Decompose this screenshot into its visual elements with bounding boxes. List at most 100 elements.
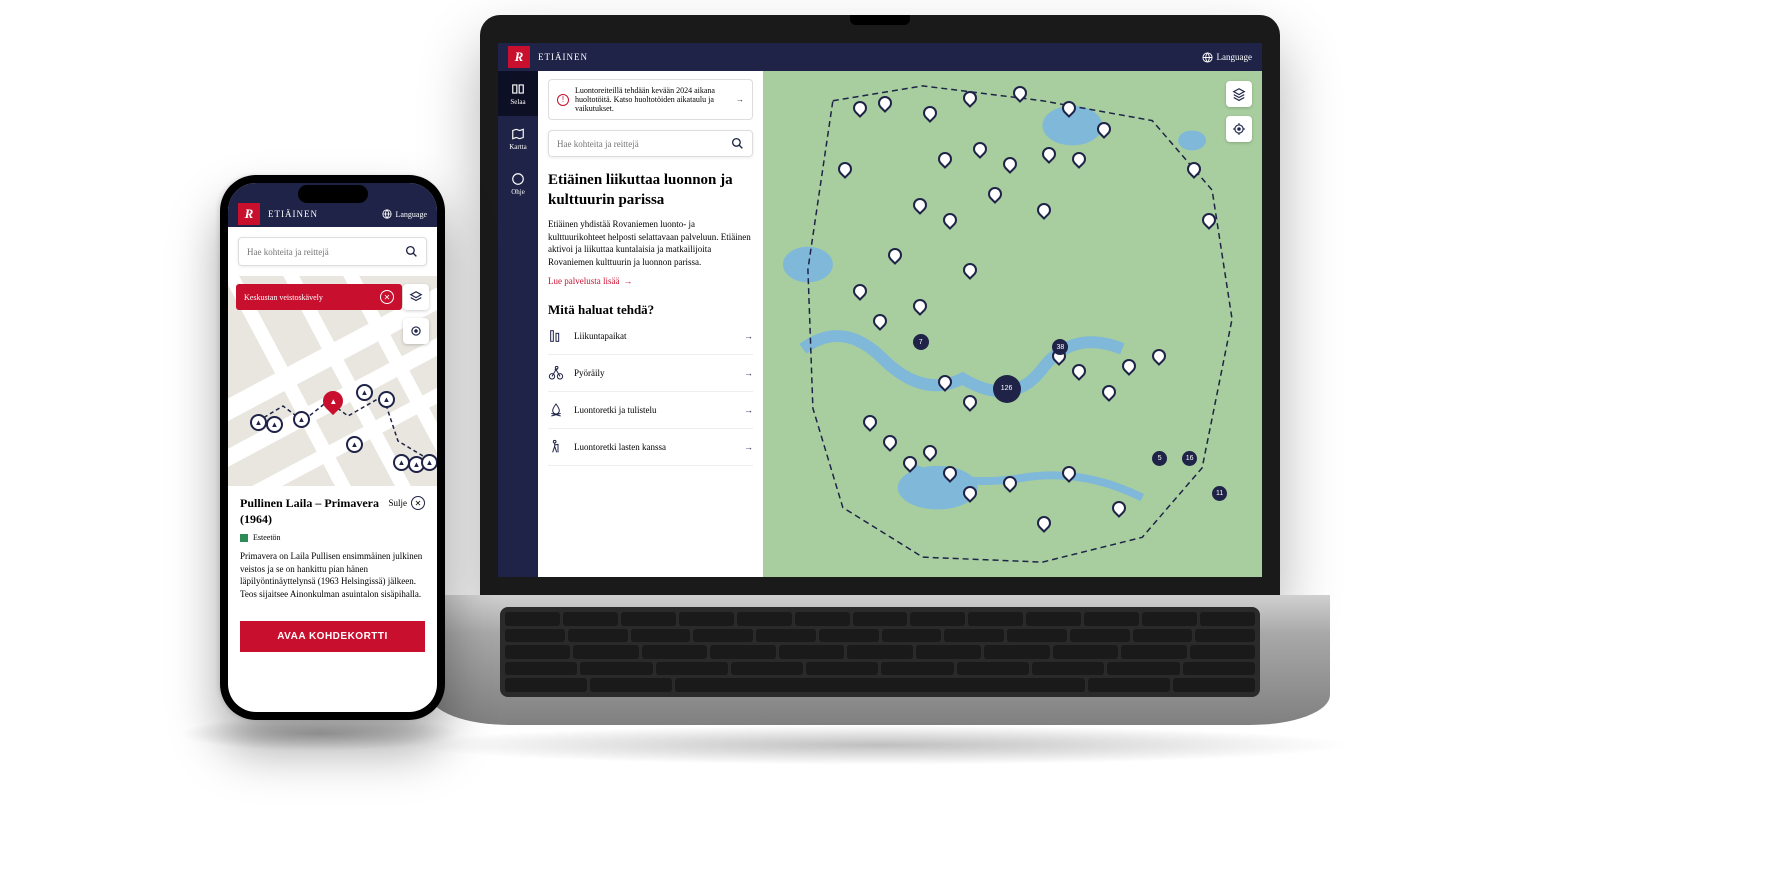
map-cluster[interactable]: 5 [1152,451,1167,466]
map-pin[interactable]: ▲ [421,454,437,471]
map-icon [511,127,525,141]
phone-screen: R ETIÄINEN Language [228,183,437,712]
nav-map[interactable]: Kartta [498,116,538,161]
route-chip[interactable]: Keskustan veistoskävely ✕ [236,284,402,310]
subheading: Mitä haluat tehdä? [548,302,753,318]
arrow-right-icon: → [744,331,753,341]
campfire-icon [548,402,564,418]
language-label: Language [1217,52,1252,62]
map-cluster[interactable]: 16 [1182,451,1197,466]
locate-button[interactable] [403,318,429,344]
content-panel: ! Luontoreiteillä tehdään kevään 2024 ai… [538,71,763,577]
close-icon[interactable]: ✕ [380,290,394,304]
search-icon [405,245,418,258]
laptop-shadow [405,725,1355,765]
layers-icon [409,290,423,304]
layers-icon [1232,87,1246,101]
map-view[interactable]: 7 38 126 5 16 11 [763,71,1262,577]
nav-map-label: Kartta [509,143,527,151]
hiking-icon [548,439,564,455]
nav-browse[interactable]: Selaa [498,71,538,116]
tag-label: Esteetön [253,533,281,542]
accessibility-tag: Esteetön [240,533,425,542]
category-kids[interactable]: Luontoretki lasten kanssa → [548,429,753,466]
help-icon [511,172,525,186]
route-chip-label: Keskustan veistoskävely [244,293,323,302]
nav-help-label: Ohje [511,188,525,196]
alert-icon: ! [557,94,569,106]
brand-name: ETIÄINEN [538,52,588,62]
notice-banner[interactable]: ! Luontoreiteillä tehdään kevään 2024 ai… [548,79,753,120]
read-more-link[interactable]: Lue palvelusta lisää → [548,276,753,286]
search-box[interactable] [548,130,753,157]
locate-button[interactable] [1226,116,1252,142]
app-header: R ETIÄINEN Language [498,43,1262,71]
poi-title: Pullinen Laila – Primavera (1964) [240,496,388,527]
arrow-right-icon: → [736,95,744,104]
map-terrain [763,71,1262,577]
search-bar [228,227,437,276]
arrow-right-icon: → [744,442,753,452]
globe-icon [1202,52,1213,63]
playground-icon [548,328,564,344]
map-pin[interactable]: ▲ [250,414,267,431]
map-pin[interactable]: ▲ [346,436,363,453]
laptop-mockup: R ETIÄINEN Language Selaa Kartta [430,15,1330,735]
brand-logo[interactable]: R [508,46,530,68]
arrow-right-icon: → [744,368,753,378]
language-label: Language [395,210,427,219]
map-view[interactable]: Keskustan veistoskävely ✕ ▲ ▲ ▲ ▲ ▲ ▲ ▲ … [228,276,437,486]
page-heading: Etiäinen liikuttaa luonnon ja kulttuurin… [548,171,753,210]
category-label: Pyöräily [574,368,605,378]
notice-text: Luontoreiteillä tehdään kevään 2024 aika… [575,86,730,113]
layers-button[interactable] [1226,81,1252,107]
crosshair-icon [1232,122,1246,136]
category-sports[interactable]: Liikuntapaikat → [548,318,753,355]
category-label: Luontoretki ja tulistelu [574,405,657,415]
laptop-camera-notch [850,15,910,25]
map-cluster[interactable]: 7 [913,334,929,350]
tag-color-icon [240,534,248,542]
language-switcher[interactable]: Language [1202,52,1252,63]
category-cycling[interactable]: Pyöräily → [548,355,753,392]
search-icon [731,137,744,150]
category-label: Luontoretki lasten kanssa [574,442,666,452]
bicycle-icon [548,365,564,381]
poi-description: Primavera on Laila Pullisen ensimmäinen … [240,550,425,600]
language-switcher[interactable]: Language [382,209,427,219]
close-button[interactable]: Sulje ✕ [388,496,425,510]
open-card-button[interactable]: AVAA KOHDEKORTTI [240,621,425,652]
map-pin[interactable]: ▲ [266,416,283,433]
close-icon: ✕ [411,496,425,510]
search-input[interactable] [247,247,405,257]
globe-icon [382,209,392,219]
sidebar-nav: Selaa Kartta Ohje [498,71,538,577]
phone-shadow [180,716,460,751]
phone-notch [298,185,368,203]
laptop-screen: R ETIÄINEN Language Selaa Kartta [498,43,1262,577]
map-pin[interactable]: ▲ [356,384,373,401]
poi-card: Pullinen Laila – Primavera (1964) Sulje … [228,486,437,611]
laptop-base [430,595,1330,725]
category-label: Liikuntapaikat [574,331,626,341]
book-icon [511,82,525,96]
keyboard [500,607,1260,697]
nav-browse-label: Selaa [510,98,525,106]
read-more-label: Lue palvelusta lisää [548,276,619,286]
phone-mockup: R ETIÄINEN Language [220,175,445,720]
brand-name: ETIÄINEN [268,209,318,219]
map-cluster[interactable]: 126 [993,375,1021,403]
arrow-right-icon: → [623,276,632,286]
nav-help[interactable]: Ohje [498,161,538,206]
map-pin[interactable]: ▲ [378,391,395,408]
search-input[interactable] [557,139,731,149]
close-label: Sulje [388,498,407,508]
layers-button[interactable] [403,284,429,310]
map-pin[interactable]: ▲ [293,411,310,428]
search-box[interactable] [238,237,427,266]
brand-logo[interactable]: R [238,203,260,225]
map-cluster[interactable]: 11 [1212,486,1227,501]
crosshair-icon [409,324,423,338]
category-nature[interactable]: Luontoretki ja tulistelu → [548,392,753,429]
arrow-right-icon: → [744,405,753,415]
